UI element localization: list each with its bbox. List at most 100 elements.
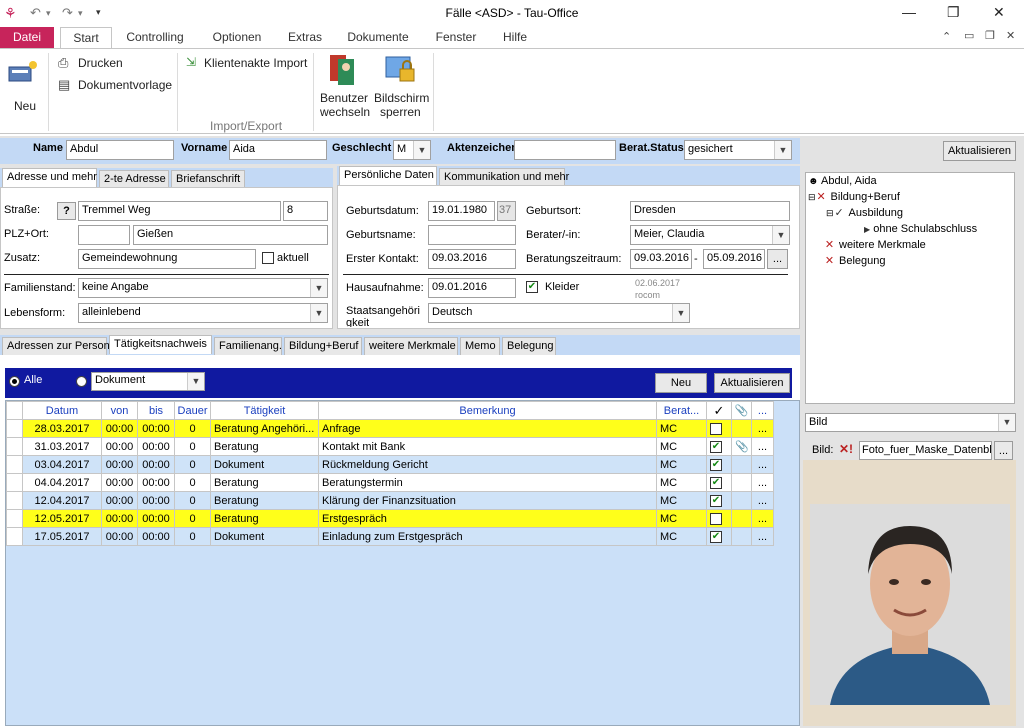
col-von[interactable]: von bbox=[101, 401, 138, 420]
chevron-down-icon[interactable]: ▼ bbox=[310, 304, 327, 322]
tab-kommunikation[interactable]: Kommunikation und mehr bbox=[439, 168, 569, 186]
mdi-close-icon[interactable]: ✕ bbox=[1006, 29, 1015, 42]
table-row[interactable]: 31.03.2017 00:00 00:00 0 Beratung Kontakt mit… bbox=[6, 437, 774, 456]
cell-more[interactable]: ... bbox=[751, 509, 774, 528]
chevron-down-icon[interactable]: ▼ bbox=[998, 414, 1015, 431]
bildschirm-sperren-button[interactable]: Bildschirm sperren bbox=[374, 53, 430, 123]
tab-adressen-zur-person[interactable]: Adressen zur Person bbox=[2, 337, 110, 355]
tab-fenster[interactable]: Fenster bbox=[428, 27, 484, 48]
cell-attachment[interactable] bbox=[731, 455, 752, 474]
tab-datei[interactable]: Datei bbox=[0, 27, 54, 48]
done-checkbox[interactable]: ✔ bbox=[710, 494, 722, 507]
tab-briefanschrift[interactable]: Briefanschrift bbox=[171, 170, 245, 188]
close-button[interactable]: ✕ bbox=[993, 4, 1005, 21]
radio-alle[interactable] bbox=[9, 376, 20, 387]
erster-kontakt-field[interactable]: 09.03.2016 bbox=[428, 249, 516, 269]
aktuell-checkbox[interactable] bbox=[262, 252, 274, 264]
col-dauer[interactable]: Dauer bbox=[174, 401, 211, 420]
klientenakte-import-button[interactable]: ⇲ Klientenakte Import bbox=[186, 55, 311, 73]
tree-node-ausbildung[interactable]: ⊟✓ Ausbildung bbox=[826, 207, 903, 219]
zeitraum-bis-field[interactable]: 05.09.2016 bbox=[703, 249, 765, 269]
vorname-field[interactable]: Aida bbox=[229, 140, 327, 160]
tab-adresse-und-mehr[interactable]: Adresse und mehr bbox=[2, 168, 97, 187]
drucken-button[interactable]: ⎙ Drucken bbox=[58, 55, 168, 73]
mdi-restore-icon[interactable]: ❐ bbox=[985, 29, 995, 42]
done-checkbox[interactable] bbox=[710, 512, 722, 525]
cell-attachment[interactable] bbox=[731, 491, 752, 510]
chevron-down-icon[interactable]: ▼ bbox=[772, 226, 789, 244]
dokumentvorlage-button[interactable]: ▤ Dokumentvorlage bbox=[58, 77, 173, 95]
collapse-ribbon-icon[interactable]: ⌃ bbox=[942, 30, 951, 43]
geschlecht-select[interactable]: M ▼ bbox=[393, 140, 431, 160]
cell-attachment[interactable] bbox=[731, 527, 752, 546]
geburtsdatum-field[interactable]: 19.01.1980 bbox=[428, 201, 495, 221]
tab-dokumente[interactable]: Dokumente bbox=[340, 27, 416, 48]
familienstand-select[interactable]: keine Angabe ▼ bbox=[78, 278, 328, 298]
geburtsort-field[interactable]: Dresden bbox=[630, 201, 790, 221]
mdi-minimize-icon[interactable]: ▭ bbox=[964, 29, 974, 42]
col-berater[interactable]: Berat... bbox=[656, 401, 707, 420]
cell-attachment[interactable] bbox=[731, 473, 752, 492]
zeitraum-von-field[interactable]: 09.03.2016 bbox=[630, 249, 692, 269]
chevron-down-icon[interactable]: ▼ bbox=[672, 304, 689, 322]
col-datum[interactable]: Datum bbox=[22, 401, 102, 420]
tab-optionen[interactable]: Optionen bbox=[205, 27, 269, 48]
bild-browse-button[interactable]: ... bbox=[994, 441, 1013, 460]
bild-select[interactable]: Bild ▼ bbox=[805, 413, 1016, 432]
hausaufnahme-field[interactable]: 09.01.2016 bbox=[428, 278, 516, 298]
lebensform-select[interactable]: alleinlebend ▼ bbox=[78, 303, 328, 323]
tab-bildung-beruf[interactable]: Bildung+Beruf bbox=[284, 337, 362, 355]
neu-button[interactable]: Neu bbox=[6, 59, 42, 129]
zusatz-field[interactable]: Gemeindewohnung bbox=[78, 249, 256, 269]
berat-status-select[interactable]: gesichert ▼ bbox=[684, 140, 792, 160]
tab-persoenliche-daten[interactable]: Persönliche Daten bbox=[339, 166, 437, 185]
cell-more[interactable]: ... bbox=[751, 491, 774, 510]
collapse-icon[interactable]: ⊟ bbox=[808, 192, 816, 202]
tree-aktualisieren-button[interactable]: Aktualisieren bbox=[943, 141, 1016, 161]
tab-familienang[interactable]: Familienang. bbox=[214, 337, 282, 355]
cell-more[interactable]: ... bbox=[751, 527, 774, 546]
col-bis[interactable]: bis bbox=[137, 401, 175, 420]
tab-2te-adresse[interactable]: 2-te Adresse bbox=[99, 170, 169, 188]
filter-select[interactable]: Dokument ▼ bbox=[91, 372, 205, 391]
chevron-down-icon[interactable]: ▼ bbox=[774, 141, 791, 159]
kleider-checkbox[interactable]: ✔ bbox=[526, 281, 538, 293]
aktenzeichen-field[interactable] bbox=[514, 140, 616, 160]
chevron-down-icon[interactable]: ▼ bbox=[413, 141, 430, 159]
cell-more[interactable]: ... bbox=[751, 437, 774, 456]
tab-weitere-merkmale[interactable]: weitere Merkmale bbox=[364, 337, 458, 355]
benutzer-wechseln-button[interactable]: Benutzer wechseln bbox=[318, 53, 372, 123]
plz-field[interactable] bbox=[78, 225, 130, 245]
tab-extras[interactable]: Extras bbox=[282, 27, 328, 48]
tab-belegung[interactable]: Belegung bbox=[502, 337, 556, 355]
tab-start[interactable]: Start bbox=[60, 27, 112, 49]
street-help-button[interactable]: ? bbox=[57, 202, 76, 220]
tree-root[interactable]: ☻ Abdul, Aida bbox=[808, 175, 877, 187]
table-row[interactable]: 03.04.2017 00:00 00:00 0 Dokument Rückmeldung… bbox=[6, 455, 774, 474]
cell-more[interactable]: ... bbox=[751, 419, 774, 438]
cell-more[interactable]: ... bbox=[751, 473, 774, 492]
cell-done[interactable]: ✔ bbox=[706, 527, 732, 546]
tree-node-weitere-merkmale[interactable]: ✕ weitere Merkmale bbox=[824, 239, 926, 251]
ort-field[interactable]: Gießen bbox=[133, 225, 328, 245]
cell-more[interactable]: ... bbox=[751, 455, 774, 474]
cell-attachment[interactable] bbox=[731, 509, 752, 528]
table-row[interactable]: 12.05.2017 00:00 00:00 0 Beratung Erstgespräc… bbox=[6, 509, 774, 528]
cell-done[interactable]: ✔ bbox=[706, 455, 732, 474]
tab-taetigkeitsnachweis[interactable]: Tätigkeitsnachweis bbox=[109, 335, 212, 354]
tree-node-belegung[interactable]: ✕ Belegung bbox=[824, 255, 886, 267]
cell-attachment[interactable] bbox=[731, 419, 752, 438]
tab-memo[interactable]: Memo bbox=[460, 337, 500, 355]
delete-image-icon[interactable]: ✕! bbox=[839, 442, 853, 456]
zeitraum-more-button[interactable]: ... bbox=[767, 249, 788, 269]
activity-neu-button[interactable]: Neu bbox=[655, 373, 707, 393]
cell-done[interactable]: ✔ bbox=[706, 437, 732, 456]
hausnummer-field[interactable]: 8 bbox=[283, 201, 328, 221]
staatsangehoerigkeit-select[interactable]: Deutsch ▼ bbox=[428, 303, 690, 323]
col-more[interactable]: ... bbox=[751, 401, 774, 420]
name-field[interactable]: Abdul bbox=[66, 140, 174, 160]
cell-done[interactable] bbox=[706, 509, 732, 528]
collapse-icon[interactable]: ⊟ bbox=[826, 208, 834, 218]
done-checkbox[interactable] bbox=[710, 422, 722, 435]
done-checkbox[interactable]: ✔ bbox=[710, 440, 722, 453]
